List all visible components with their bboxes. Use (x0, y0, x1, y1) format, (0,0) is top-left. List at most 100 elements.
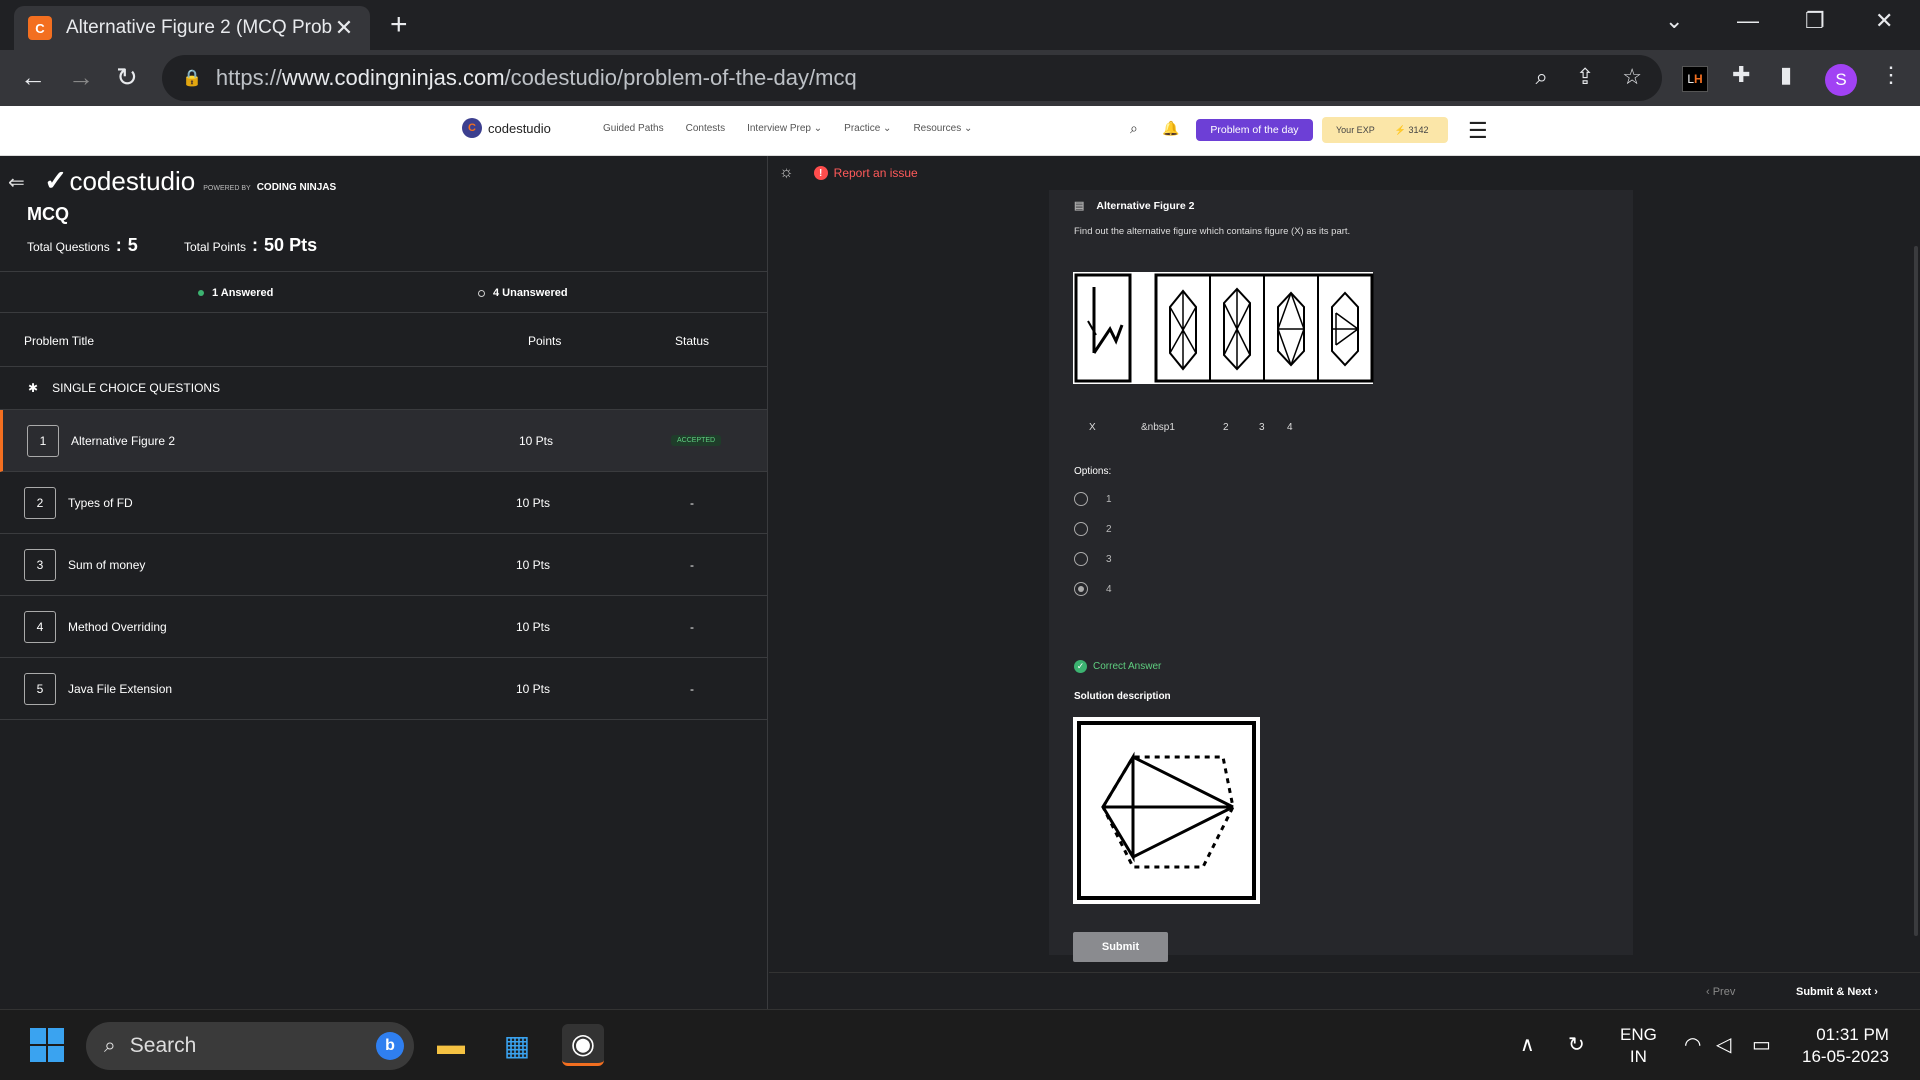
option-label: 2 (1106, 523, 1112, 535)
browser-tab[interactable]: C Alternative Figure 2 (MCQ Proble ✕ (14, 6, 370, 50)
lighthouse-extension-icon[interactable]: LH (1682, 66, 1708, 92)
total-points-label: Total Points (184, 240, 247, 254)
file-explorer-icon[interactable]: ▬ (430, 1024, 472, 1066)
wifi-icon[interactable]: ◠ (1684, 1032, 1701, 1057)
back-icon[interactable]: ← (20, 62, 46, 92)
theme-toggle-icon[interactable]: ☼ (779, 164, 794, 182)
check-circle-icon: ✓ (1074, 660, 1087, 673)
sync-icon[interactable]: ↻ (1568, 1032, 1585, 1057)
nav-contests[interactable]: Contests (686, 123, 725, 134)
total-points: Total Points : 50 Pts (184, 235, 318, 255)
nav-guided-paths[interactable]: Guided Paths (603, 123, 664, 134)
codestudio-brand[interactable]: ✓ codestudio POWERED BY CODING NINJAS (44, 164, 336, 197)
nav-resources[interactable]: Resources ⌄ (913, 123, 972, 134)
prev-button[interactable]: ‹ Prev (1706, 986, 1735, 998)
browser-toolbar: ← → ↻ 🔒 https://www.codingninjas.com/cod… (0, 50, 1920, 106)
option-radio-selected[interactable] (1074, 582, 1088, 596)
row-title: Types of FD (68, 496, 133, 510)
figure-label-4: 4 (1287, 422, 1293, 433)
tab-close-icon[interactable]: ✕ (332, 15, 356, 41)
minimize-icon[interactable]: — (1737, 8, 1759, 34)
new-tab-button[interactable]: + (390, 10, 408, 40)
bing-icon[interactable]: b (376, 1032, 404, 1060)
taskbar-search[interactable]: ⌕ Search b (86, 1022, 414, 1070)
nav-practice[interactable]: Practice ⌄ (844, 123, 891, 134)
row-number: 3 (24, 549, 56, 581)
tab-search-icon[interactable]: ⌄ (1665, 8, 1683, 34)
zoom-icon[interactable]: ⌕ (1536, 64, 1548, 90)
answered-filter[interactable]: 1 Answered (198, 287, 273, 299)
exp-badge[interactable]: Your EXP ⚡ 3142 (1322, 117, 1448, 143)
unanswered-filter[interactable]: 4 Unanswered (478, 287, 568, 299)
table-row[interactable]: 2 Types of FD 10 Pts - (0, 472, 767, 534)
table-row[interactable]: 3 Sum of money 10 Pts - (0, 534, 767, 596)
option-radio[interactable] (1074, 552, 1088, 566)
lang-code: ENG (1620, 1025, 1657, 1044)
brand-text: codestudio (69, 166, 196, 196)
bookmark-star-icon[interactable]: ☆ (1622, 64, 1642, 90)
windows-taskbar: ⌕ Search b ▬ ▦ ◉ ∧ ↻ ENG IN ◠ ◁ ▭ 01:31 … (0, 1009, 1920, 1080)
question-toolbar: ☼ ! Report an issue (769, 156, 1920, 190)
system-clock[interactable]: 01:31 PM 16-05-2023 (1802, 1024, 1889, 1068)
option-radio[interactable] (1074, 522, 1088, 536)
lock-icon: 🔒 (182, 70, 202, 87)
table-row[interactable]: 1 Alternative Figure 2 10 Pts ACCEPTED (0, 410, 767, 472)
extensions-puzzle-icon[interactable]: ✚ (1732, 62, 1750, 88)
row-number: 5 (24, 673, 56, 705)
figure-label-1: &nbsp1 (1141, 422, 1175, 433)
battery-icon[interactable]: ▭ (1752, 1032, 1771, 1057)
submit-button[interactable]: Submit (1073, 932, 1168, 962)
hamburger-menu-icon[interactable]: ☰ (1468, 118, 1488, 144)
table-row[interactable]: 5 Java File Extension 10 Pts - (0, 658, 767, 720)
side-panel-icon[interactable]: ▮ (1780, 62, 1792, 88)
reload-icon[interactable]: ↻ (116, 62, 138, 92)
option-4[interactable]: 4 (1074, 582, 1112, 596)
forward-icon[interactable]: → (68, 62, 94, 92)
collapse-menu-icon[interactable]: ⇐ (8, 170, 25, 195)
option-1[interactable]: 1 (1074, 492, 1112, 506)
powered-by-text: POWERED BY (203, 185, 251, 192)
correct-label: Correct Answer (1093, 661, 1162, 672)
url-domain: www.codingninjas.com (281, 65, 505, 90)
notification-bell-icon[interactable]: 🔔 (1162, 120, 1179, 137)
question-figure (1073, 272, 1374, 384)
profile-avatar[interactable]: S (1825, 64, 1857, 96)
problem-of-the-day-button[interactable]: Problem of the day (1196, 119, 1313, 141)
tray-overflow-icon[interactable]: ∧ (1520, 1032, 1535, 1057)
report-label: Report an issue (833, 166, 918, 180)
section-label: SINGLE CHOICE QUESTIONS (52, 381, 221, 395)
restore-icon[interactable]: ❐ (1805, 8, 1825, 34)
col-points: Points (528, 334, 562, 348)
report-issue-link[interactable]: ! Report an issue (813, 166, 918, 180)
option-2[interactable]: 2 (1074, 522, 1112, 536)
row-status: - (690, 496, 694, 510)
chrome-taskbar-icon[interactable]: ◉ (562, 1024, 604, 1066)
ext-label-h: H (1694, 72, 1703, 86)
option-label: 4 (1106, 583, 1112, 595)
windows-start-icon[interactable] (30, 1028, 64, 1062)
table-row[interactable]: 4 Method Overriding 10 Pts - (0, 596, 767, 658)
option-3[interactable]: 3 (1074, 552, 1112, 566)
puzzle-icon: ✱ (28, 381, 39, 395)
site-logo[interactable]: C codestudio (462, 118, 551, 138)
share-icon[interactable]: ⇪ (1576, 64, 1594, 90)
volume-icon[interactable]: ◁ (1716, 1032, 1731, 1057)
problem-list-panel: ⇐ ✓ codestudio POWERED BY CODING NINJAS … (0, 156, 768, 1009)
search-icon[interactable]: ⌕ (1130, 120, 1138, 137)
region-code: IN (1629, 1047, 1647, 1066)
microsoft-store-icon[interactable]: ▦ (496, 1024, 538, 1066)
nav-interview-prep[interactable]: Interview Prep ⌄ (747, 123, 822, 134)
row-title: Sum of money (68, 558, 146, 572)
row-points: 10 Pts (516, 620, 551, 634)
tab-title: Alternative Figure 2 (MCQ Proble (66, 17, 332, 38)
submit-next-button[interactable]: Submit & Next › (1796, 986, 1878, 998)
option-radio[interactable] (1074, 492, 1088, 506)
question-footer: ‹ Prev Submit & Next › (769, 972, 1920, 1009)
language-indicator[interactable]: ENG IN (1620, 1024, 1657, 1068)
close-window-icon[interactable]: ✕ (1875, 8, 1893, 34)
kebab-menu-icon[interactable]: ⋮ (1880, 62, 1902, 88)
scrollbar[interactable] (1914, 246, 1918, 936)
address-bar[interactable]: 🔒 https://www.codingninjas.com/codestudi… (162, 55, 1662, 101)
question-card: ▤ Alternative Figure 2 Find out the alte… (1049, 190, 1633, 962)
answer-summary: 1 Answered 4 Unanswered (0, 271, 767, 313)
